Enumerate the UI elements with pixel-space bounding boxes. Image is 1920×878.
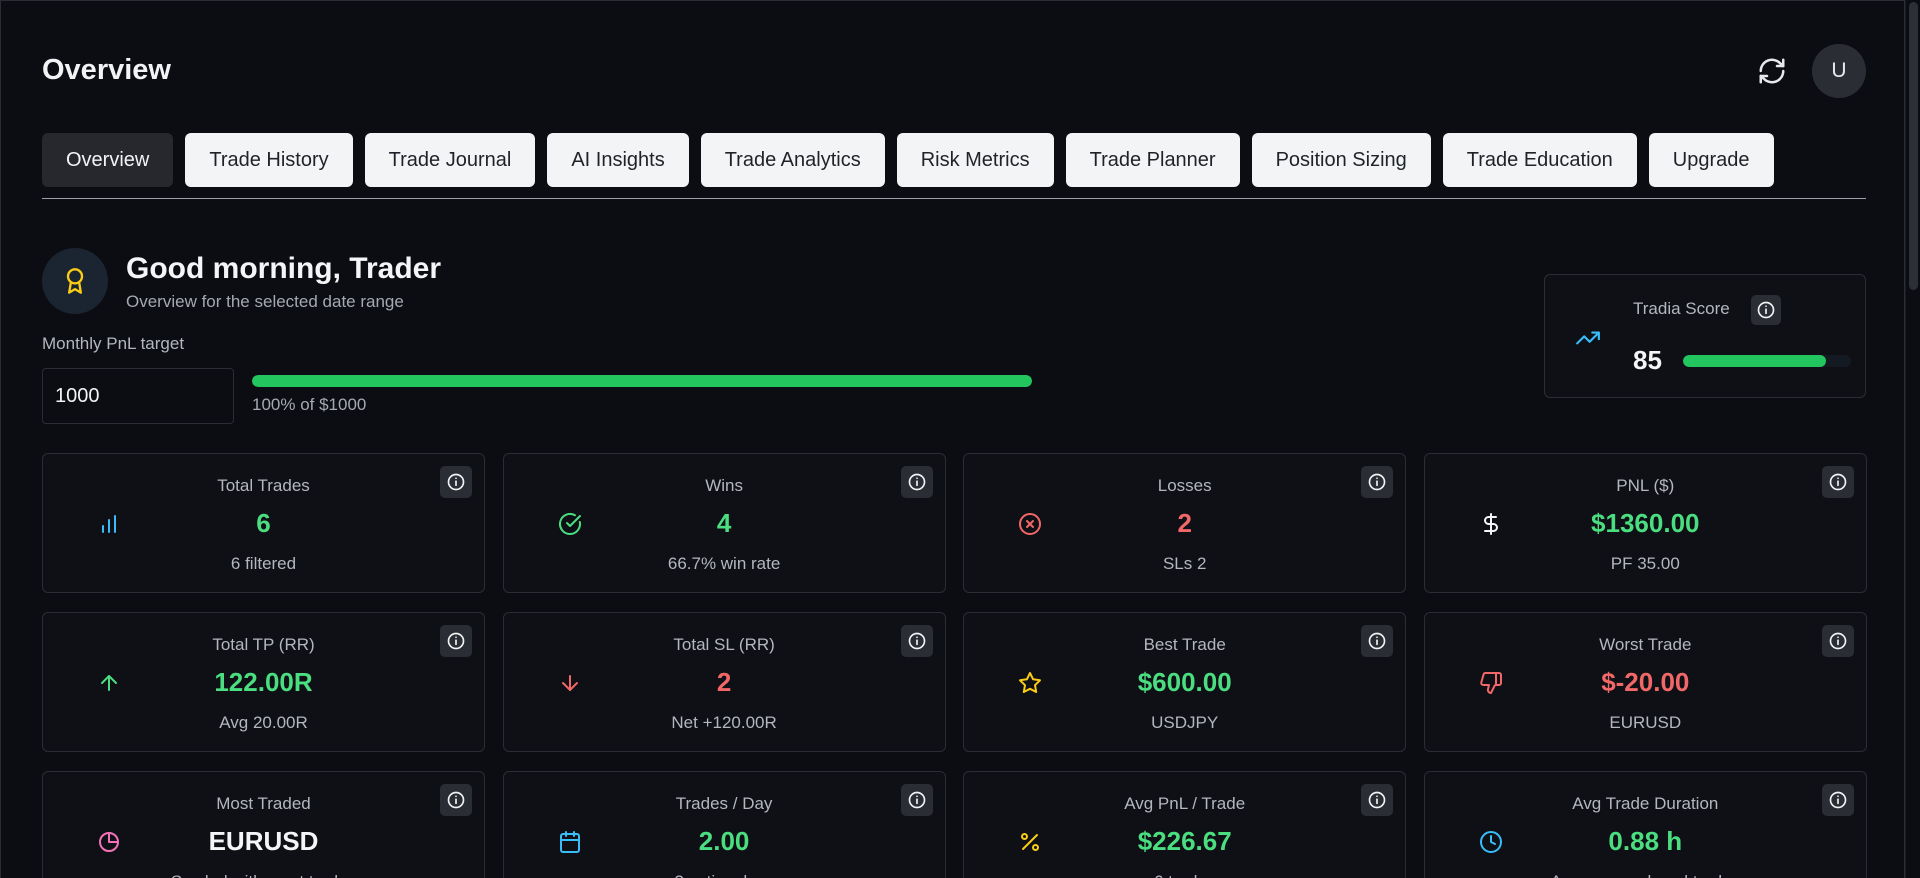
stat-value: EURUSD [208, 826, 319, 856]
stat-title: Wins [705, 476, 743, 495]
stat-value: $226.67 [1137, 826, 1232, 856]
monthly-target-label: Monthly PnL target [42, 334, 185, 353]
stat-title: Total TP (RR) [212, 635, 315, 654]
tab-position-sizing[interactable]: Position Sizing [1251, 133, 1431, 187]
stat-title: Most Traded [216, 794, 311, 813]
stat-value: $1360.00 [1591, 508, 1700, 538]
tab-ai-insights[interactable]: AI Insights [547, 133, 689, 187]
tab-trade-history[interactable]: Trade History [185, 133, 353, 187]
stat-subtext: EURUSD [1609, 713, 1682, 732]
tab-bar: Overview Trade History Trade Journal AI … [42, 133, 1866, 199]
stat-value: 2 [1177, 508, 1192, 538]
stat-value: 122.00R [214, 667, 313, 697]
tradia-score-card: Tradia Score 85 [1544, 274, 1866, 398]
monthly-target-progress [252, 375, 1032, 387]
refresh-button[interactable] [1753, 52, 1791, 90]
tradia-score-bar [1683, 355, 1851, 367]
stat-card-losses: Losses 2 SLs 2 [963, 453, 1407, 593]
stat-subtext: USDJPY [1151, 713, 1219, 732]
stat-subtext: Net +120.00R [671, 713, 777, 732]
stat-card-best-trade: Best Trade $600.00 USDJPY [963, 612, 1407, 752]
stat-subtext: Symbol with most trades [43, 872, 484, 878]
tab-risk-metrics[interactable]: Risk Metrics [896, 133, 1054, 187]
monthly-target-input[interactable] [42, 368, 234, 424]
stat-card-total-sl-rr: Total SL (RR) 2 Net +120.00R [502, 612, 946, 752]
award-icon [66, 268, 84, 294]
greeting-avatar [42, 248, 108, 314]
tab-trade-journal[interactable]: Trade Journal [364, 133, 536, 187]
stat-title: Total Trades [217, 476, 310, 495]
refresh-icon [1759, 58, 1785, 84]
stat-title: Losses [1157, 476, 1212, 495]
stat-subtext: PF 35.00 [1610, 554, 1680, 573]
stat-subtext: 66.7% win rate [667, 554, 781, 573]
tradia-score-info-button[interactable] [1751, 295, 1781, 325]
stat-title: Worst Trade [1599, 635, 1692, 654]
stats-grid: Total Trades 6 6 filtered Wins 4 66.7% win ra… [42, 453, 1867, 878]
stat-value: 2.00 [698, 826, 750, 856]
tradia-score-value: 85 [1633, 345, 1662, 375]
tab-overview[interactable]: Overview [42, 133, 174, 187]
stat-title: Best Trade [1143, 635, 1226, 654]
monthly-target-progress-text: 100% of $1000 [252, 395, 367, 414]
stat-subtext: 6 filtered [230, 554, 297, 573]
stat-card-avg-trade-duration: Avg Trade Duration 0.88 h Avg across close… [1423, 771, 1867, 878]
tab-upgrade[interactable]: Upgrade [1648, 133, 1774, 187]
stat-title: PNL ($) [1616, 476, 1675, 495]
stat-subtext: 6 trades [964, 872, 1405, 878]
stat-value: 4 [716, 508, 732, 538]
stat-title: Trades / Day [675, 794, 773, 813]
tab-trade-analytics[interactable]: Trade Analytics [700, 133, 885, 187]
greeting-subtitle: Overview for the selected date range [126, 292, 404, 311]
stat-card-pnl: PNL ($) $1360.00 PF 35.00 [1423, 453, 1867, 593]
stat-subtext: Avg 20.00R [219, 713, 308, 732]
tab-trade-education[interactable]: Trade Education [1442, 133, 1637, 187]
tradia-score-bar-fill [1683, 355, 1826, 367]
scrollbar-thumb[interactable] [1909, 2, 1918, 290]
stat-subtext: SLs 2 [1162, 554, 1207, 573]
stat-value: $600.00 [1137, 667, 1232, 697]
avatar-initial: U [1831, 59, 1847, 82]
stat-value: 6 [256, 508, 271, 538]
tradia-score-label: Tradia Score [1633, 299, 1730, 318]
monthly-target-progress-fill [252, 375, 1032, 387]
info-icon [1757, 301, 1775, 319]
stat-card-total-trades: Total Trades 6 6 filtered [42, 453, 485, 593]
stat-value: $-20.00 [1601, 667, 1690, 697]
greeting-title: Good morning, Trader [126, 252, 442, 285]
stat-title: Avg PnL / Trade [1124, 794, 1246, 813]
scrollbar[interactable] [1905, 0, 1920, 878]
page-title: Overview [42, 54, 171, 86]
tab-trade-planner[interactable]: Trade Planner [1065, 133, 1240, 187]
stat-card-worst-trade: Worst Trade $-20.00 EURUSD [1423, 612, 1867, 752]
stat-value: 2 [716, 667, 732, 697]
stat-title: Total SL (RR) [673, 635, 775, 654]
stat-card-trades-day: Trades / Day 2.00 3 active days [502, 771, 946, 878]
stat-subtext: Avg across closed trades [1425, 872, 1866, 878]
stat-card-total-tp-rr: Total TP (RR) 122.00R Avg 20.00R [42, 612, 485, 752]
stat-card-most-traded: Most Traded EURUSD Symbol with most trades [42, 771, 485, 878]
stat-title: Avg Trade Duration [1572, 794, 1719, 813]
stat-subtext: 3 active days [504, 872, 945, 878]
stat-value: 0.88 h [1608, 826, 1683, 856]
header: Overview U [42, 44, 1866, 98]
avatar[interactable]: U [1812, 44, 1866, 98]
stat-card-avg-pnl-trade: Avg PnL / Trade $226.67 6 trades [963, 771, 1407, 878]
trending-up-icon [1576, 331, 1600, 345]
stat-card-wins: Wins 4 66.7% win rate [502, 453, 946, 593]
